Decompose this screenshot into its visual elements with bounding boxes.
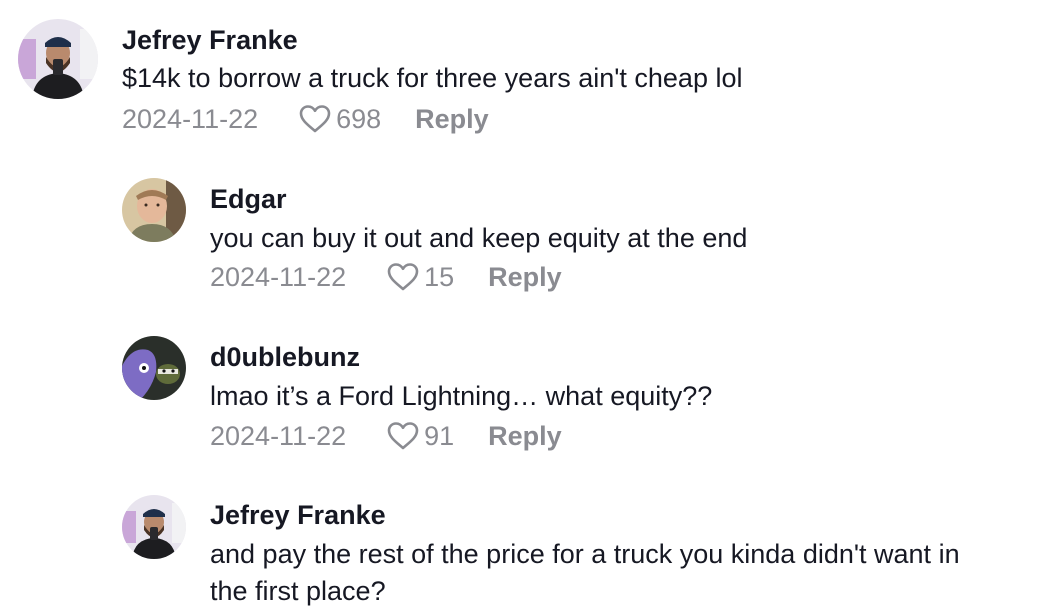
avatar[interactable] [122, 495, 186, 559]
like-count: 698 [336, 103, 382, 134]
comment-meta: 2024-11-22 15 Reply [210, 259, 562, 295]
username[interactable]: Jefrey Franke [122, 24, 298, 56]
reply-button[interactable]: Reply [488, 262, 562, 293]
like-count: 15 [424, 261, 455, 292]
heart-icon[interactable] [386, 420, 420, 452]
comment-text: lmao it’s a Ford Lightning… what equity?… [210, 381, 713, 411]
reply-button[interactable]: Reply [415, 104, 489, 135]
comment-text: you can buy it out and keep equity at th… [210, 223, 748, 253]
avatar[interactable] [122, 178, 186, 242]
comment-text-line-2: the first place? [210, 576, 386, 606]
like-button[interactable]: 91 [386, 420, 454, 452]
heart-icon[interactable] [386, 261, 420, 293]
username[interactable]: Edgar [210, 183, 287, 215]
comment-date: 2024-11-22 [210, 420, 347, 451]
comment-meta: 2024-11-22 91 Reply [210, 418, 562, 454]
username[interactable]: d0ublebunz [210, 341, 360, 373]
avatar[interactable] [18, 19, 98, 99]
avatar[interactable] [122, 336, 186, 400]
comment-text: $14k to borrow a truck for three years a… [122, 63, 743, 93]
comment-date: 2024-11-22 [122, 103, 259, 134]
username[interactable]: Jefrey Franke [210, 499, 386, 531]
like-count: 91 [424, 420, 455, 451]
reply-button[interactable]: Reply [488, 421, 562, 452]
comment-text-line-1: and pay the rest of the price for a truc… [210, 539, 960, 569]
like-button[interactable]: 698 [298, 103, 381, 135]
comment-date: 2024-11-22 [210, 261, 347, 292]
heart-icon[interactable] [298, 103, 332, 135]
comment-meta: 2024-11-22 698 Reply [122, 101, 489, 137]
like-button[interactable]: 15 [386, 261, 454, 293]
